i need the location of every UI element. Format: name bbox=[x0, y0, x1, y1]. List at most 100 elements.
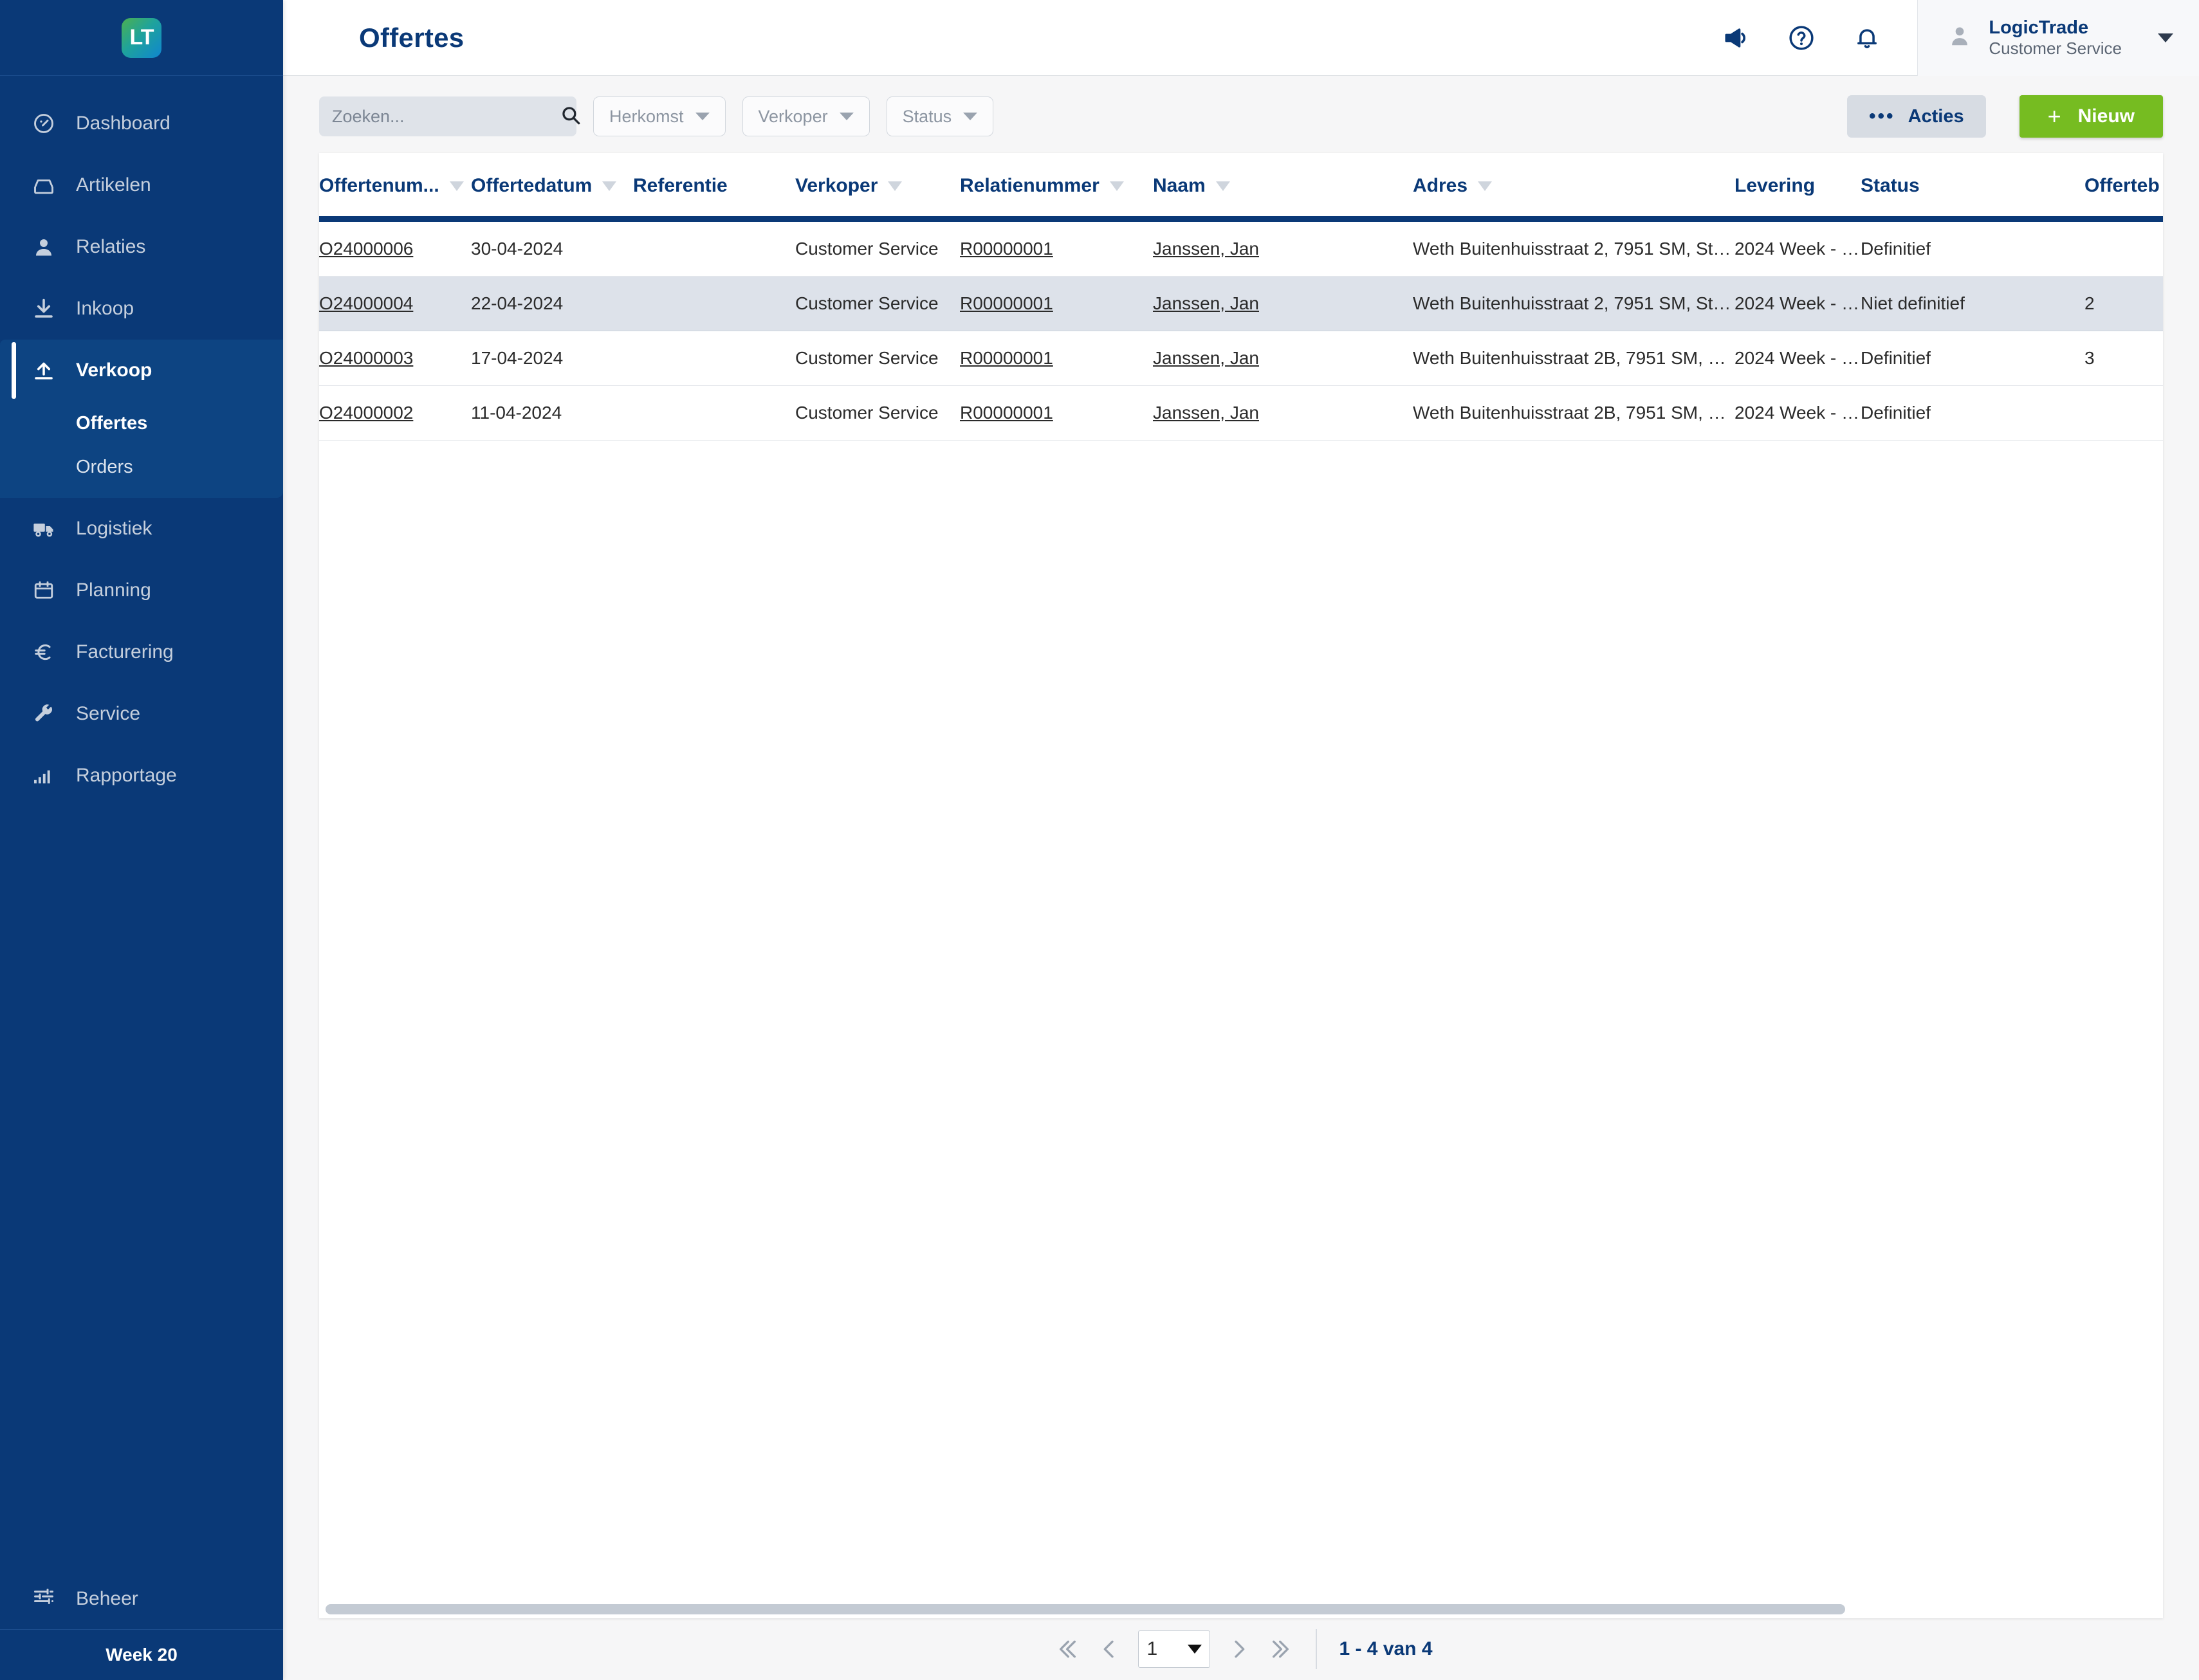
column-header-offertebedrag[interactable]: Offerteb bbox=[2084, 153, 2163, 222]
acties-button[interactable]: ••• Acties bbox=[1847, 95, 1986, 138]
column-header-levering[interactable]: Levering bbox=[1734, 153, 1861, 222]
sidebar-item-artikelen[interactable]: Artikelen bbox=[0, 154, 283, 216]
sidebar-item-planning[interactable]: Planning bbox=[0, 560, 283, 621]
sidebar-item-label: Relaties bbox=[76, 236, 146, 257]
table-row[interactable]: O24000002 11-04-2024 Customer Service R0… bbox=[319, 385, 2163, 441]
sort-arrow-icon[interactable] bbox=[1478, 181, 1493, 191]
cell-offertedatum: 30-04-2024 bbox=[471, 219, 633, 277]
grid-scroll-viewport: Offertenum... Offertedatum Referentie Ve… bbox=[319, 153, 2163, 1604]
wrench-icon bbox=[32, 702, 67, 726]
megaphone-icon[interactable] bbox=[1722, 24, 1750, 52]
sidebar-item-inkoop[interactable]: Inkoop bbox=[0, 278, 283, 340]
column-header-status[interactable]: Status bbox=[1861, 153, 2084, 222]
previous-page-button[interactable] bbox=[1089, 1629, 1129, 1669]
pagination-divider bbox=[1316, 1629, 1318, 1669]
sort-arrow-icon[interactable] bbox=[449, 181, 464, 191]
last-page-button[interactable] bbox=[1259, 1629, 1299, 1669]
sidebar-group-verkoop: Verkoop Offertes Orders bbox=[0, 340, 283, 498]
horizontal-scrollbar[interactable] bbox=[319, 1604, 2163, 1618]
column-header-relatienummer[interactable]: Relatienummer bbox=[960, 153, 1153, 222]
page-number-select[interactable]: 1 bbox=[1138, 1630, 1211, 1668]
offertenummer-link[interactable]: O24000002 bbox=[319, 403, 413, 423]
sidebar-item-logistiek[interactable]: Logistiek bbox=[0, 498, 283, 560]
table-head: Offertenum... Offertedatum Referentie Ve… bbox=[319, 153, 2163, 222]
naam-link[interactable]: Janssen, Jan bbox=[1153, 239, 1259, 259]
sort-arrow-icon[interactable] bbox=[888, 181, 903, 191]
relatienummer-link[interactable]: R00000001 bbox=[960, 348, 1053, 368]
cell-status: Definitief bbox=[1861, 385, 2084, 441]
main-area: Offertes LogicTrade Customer Service Zoe… bbox=[283, 0, 2199, 1680]
table-row[interactable]: O24000006 30-04-2024 Customer Service R0… bbox=[319, 219, 2163, 277]
chevron-down-icon bbox=[1188, 1645, 1202, 1654]
filter-herkomst[interactable]: Herkomst bbox=[593, 96, 726, 136]
brand-logo[interactable]: LT bbox=[0, 0, 283, 76]
help-circle-icon[interactable] bbox=[1787, 24, 1816, 52]
search-icon[interactable] bbox=[560, 104, 582, 129]
sidebar-item-rapportage[interactable]: Rapportage bbox=[0, 745, 283, 807]
sidebar: LT Dashboard Artikelen Relaties Inkoop V… bbox=[0, 0, 283, 1680]
relatienummer-link[interactable]: R00000001 bbox=[960, 293, 1053, 313]
table-row[interactable]: O24000004 22-04-2024 Customer Service R0… bbox=[319, 276, 2163, 331]
offertenummer-link[interactable]: O24000004 bbox=[319, 293, 413, 313]
column-header-offertenummer[interactable]: Offertenum... bbox=[319, 153, 471, 222]
chevron-down-icon[interactable] bbox=[2158, 33, 2173, 42]
first-page-button[interactable] bbox=[1049, 1629, 1089, 1669]
cell-relatienummer: R00000001 bbox=[960, 331, 1153, 386]
table-row[interactable]: O24000003 17-04-2024 Customer Service R0… bbox=[319, 331, 2163, 386]
cell-offertenummer: O24000004 bbox=[319, 276, 471, 331]
cell-offertebedrag: 3 bbox=[2084, 331, 2163, 386]
next-page-button[interactable] bbox=[1219, 1629, 1259, 1669]
relatienummer-link[interactable]: R00000001 bbox=[960, 239, 1053, 259]
cell-offertebedrag: 2 bbox=[2084, 276, 2163, 331]
sort-arrow-icon[interactable] bbox=[1109, 181, 1124, 191]
column-label: Levering bbox=[1734, 175, 1816, 196]
naam-link[interactable]: Janssen, Jan bbox=[1153, 403, 1259, 423]
pagination-range-label: 1 - 4 van 4 bbox=[1339, 1638, 1433, 1659]
cell-referentie bbox=[633, 331, 795, 386]
sidebar-item-offertes[interactable]: Offertes bbox=[0, 401, 283, 445]
user-menu[interactable]: LogicTrade Customer Service bbox=[1917, 0, 2199, 76]
column-header-adres[interactable]: Adres bbox=[1413, 153, 1734, 222]
sidebar-item-label: Artikelen bbox=[76, 174, 151, 196]
nieuw-button[interactable]: + Nieuw bbox=[2019, 95, 2163, 138]
offertenummer-link[interactable]: O24000006 bbox=[319, 239, 413, 259]
sidebar-item-facturering[interactable]: Facturering bbox=[0, 621, 283, 683]
sidebar-item-relaties[interactable]: Relaties bbox=[0, 216, 283, 278]
sort-arrow-icon[interactable] bbox=[1215, 181, 1230, 191]
sidebar-item-verkoop[interactable]: Verkoop bbox=[0, 340, 283, 401]
relatienummer-link[interactable]: R00000001 bbox=[960, 403, 1053, 423]
sidebar-item-label: Verkoop bbox=[76, 360, 152, 381]
cell-adres: Weth Buitenhuisstraat 2B, 7951 SM, Stap.… bbox=[1413, 331, 1734, 386]
euro-icon bbox=[32, 641, 67, 664]
sidebar-item-dashboard[interactable]: Dashboard bbox=[0, 93, 283, 154]
column-header-referentie[interactable]: Referentie bbox=[633, 153, 795, 222]
filter-verkoper[interactable]: Verkoper bbox=[742, 96, 870, 136]
chevron-down-icon bbox=[963, 113, 978, 120]
sidebar-item-label: Dashboard bbox=[76, 113, 170, 134]
offertes-grid-card: Offertenum... Offertedatum Referentie Ve… bbox=[319, 153, 2163, 1618]
search-input[interactable] bbox=[332, 106, 560, 127]
cell-levering: 2024 Week - 16 bbox=[1734, 331, 1861, 386]
offertes-table: Offertenum... Offertedatum Referentie Ve… bbox=[319, 153, 2163, 441]
naam-link[interactable]: Janssen, Jan bbox=[1153, 348, 1259, 368]
search-box[interactable] bbox=[319, 96, 580, 136]
sidebar-item-orders[interactable]: Orders bbox=[0, 445, 283, 489]
sidebar-item-service[interactable]: Service bbox=[0, 683, 283, 745]
filter-status[interactable]: Status bbox=[886, 96, 994, 136]
ellipsis-icon: ••• bbox=[1869, 105, 1895, 127]
sidebar-item-beheer[interactable]: Beheer bbox=[0, 1568, 283, 1630]
sidebar-item-label: Rapportage bbox=[76, 765, 177, 786]
sidebar-item-label: Service bbox=[76, 703, 141, 724]
scrollbar-thumb[interactable] bbox=[326, 1604, 1846, 1614]
column-header-offertedatum[interactable]: Offertedatum bbox=[471, 153, 633, 222]
bell-icon[interactable] bbox=[1853, 24, 1881, 52]
page-title: Offertes bbox=[359, 22, 465, 53]
column-label: Adres bbox=[1413, 175, 1468, 196]
cell-offertenummer: O24000003 bbox=[319, 331, 471, 386]
sort-arrow-icon[interactable] bbox=[602, 181, 617, 191]
offertenummer-link[interactable]: O24000003 bbox=[319, 348, 413, 368]
column-header-naam[interactable]: Naam bbox=[1153, 153, 1413, 222]
cell-referentie bbox=[633, 276, 795, 331]
naam-link[interactable]: Janssen, Jan bbox=[1153, 293, 1259, 313]
column-header-verkoper[interactable]: Verkoper bbox=[795, 153, 960, 222]
